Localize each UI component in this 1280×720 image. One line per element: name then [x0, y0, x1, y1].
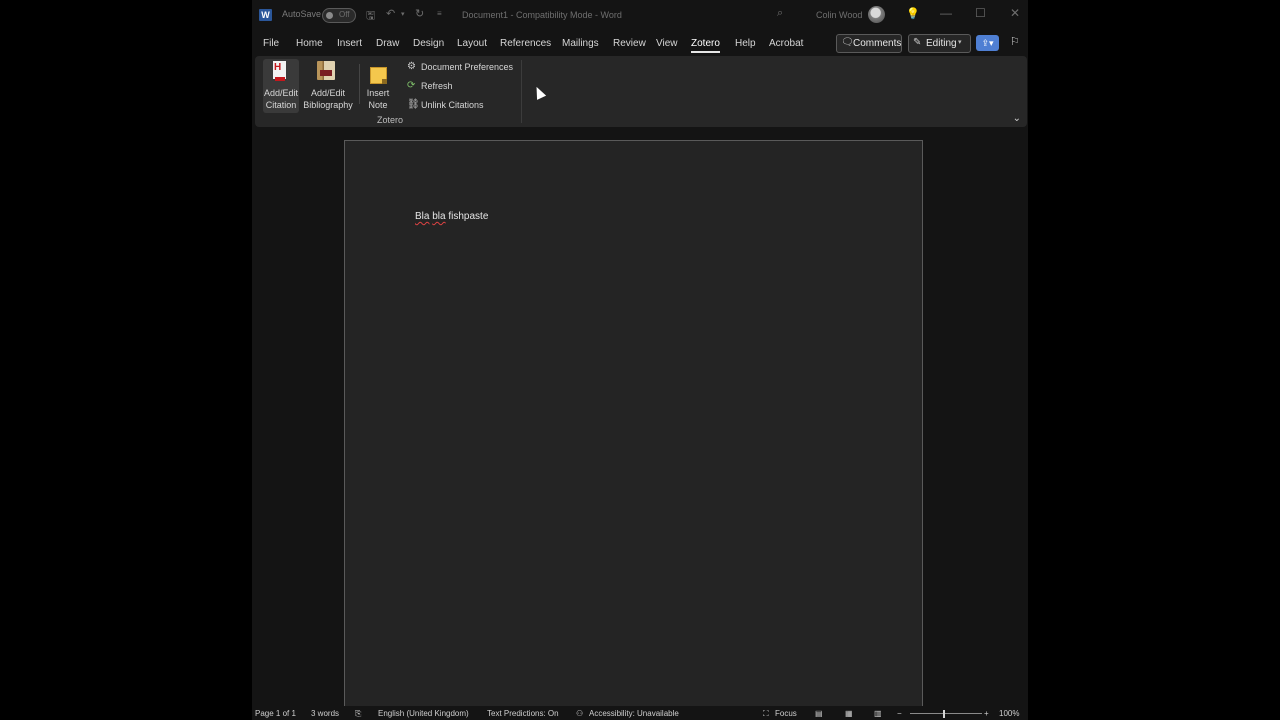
tab-home[interactable]: Home — [296, 38, 323, 49]
tab-review[interactable]: Review — [613, 38, 646, 49]
avatar[interactable] — [868, 6, 885, 23]
accessibility-status[interactable]: Accessibility: Unavailable — [589, 709, 679, 718]
document-text[interactable]: Bla bla fishpaste — [415, 211, 488, 222]
word-count[interactable]: 3 words — [311, 709, 339, 718]
zotero-group-label: Zotero — [377, 115, 404, 125]
add-edit-bibliography-button[interactable]: Add/Edit Bibliography — [301, 59, 355, 113]
autosave-label: AutoSave — [282, 9, 322, 19]
zoom-slider-thumb[interactable] — [943, 710, 945, 718]
web-layout-icon[interactable]: ▥ — [874, 709, 882, 718]
customize-qat-icon[interactable]: ≡ — [437, 9, 442, 18]
word-bla-1: Bla — [415, 211, 430, 222]
autosave-state: Off — [339, 10, 350, 19]
word-window: W AutoSave Off 🖫 ↶ ▾ ↻ ≡ Document1 - Com… — [252, 0, 1028, 720]
comment-icon: 🗨 — [841, 37, 854, 48]
add-edit-bibliography-line1: Add/Edit — [310, 88, 346, 98]
focus-button[interactable]: Focus — [775, 709, 797, 718]
note-icon — [370, 67, 387, 84]
add-edit-citation-label: Add/Edit Citation — [263, 87, 299, 111]
tab-insert[interactable]: Insert — [337, 38, 362, 49]
gear-icon: ⚙ — [407, 61, 416, 72]
tab-draw[interactable]: Draw — [376, 38, 399, 49]
comments-label: Comments — [853, 38, 902, 49]
add-edit-citation-line1: Add/Edit — [263, 88, 299, 98]
unlink-icon: ⛓ — [407, 99, 420, 110]
zoom-out-button[interactable]: − — [897, 709, 902, 718]
tab-design[interactable]: Design — [413, 38, 444, 49]
pencil-icon: ✎ — [913, 37, 922, 48]
bibliography-icon — [317, 61, 335, 80]
tab-zotero[interactable]: Zotero — [691, 38, 720, 53]
share-button[interactable]: ⇪▾ — [976, 35, 999, 51]
tab-acrobat[interactable]: Acrobat — [769, 38, 803, 49]
add-edit-citation-button[interactable]: Add/Edit Citation — [263, 59, 299, 113]
proofing-icon[interactable]: ⎘ — [355, 709, 361, 719]
user-name[interactable]: Colin Wood — [816, 10, 862, 20]
accessibility-icon: ⚇ — [576, 709, 584, 718]
undo-icon[interactable]: ↶ — [386, 7, 395, 20]
add-edit-bibliography-line2: Bibliography — [303, 100, 353, 110]
tab-view[interactable]: View — [656, 38, 678, 49]
insert-note-label: Insert Note — [363, 87, 393, 111]
word-icon: W — [259, 9, 272, 21]
refresh-label: Refresh — [421, 81, 453, 91]
document-preferences-label: Document Preferences — [421, 62, 514, 72]
share-icon: ⇪▾ — [981, 38, 994, 48]
focus-icon: ⛶ — [763, 709, 769, 718]
ribbon-separator — [359, 64, 360, 104]
title-bar: W AutoSave Off 🖫 ↶ ▾ ↻ ≡ Document1 - Com… — [252, 0, 1028, 30]
insert-note-button[interactable]: Insert Note — [363, 59, 393, 113]
collapse-ribbon-icon[interactable]: ⌄ — [1013, 113, 1021, 124]
maximize-icon[interactable]: ☐ — [975, 6, 986, 20]
close-icon[interactable]: ✕ — [1010, 6, 1020, 20]
insert-note-line1: Insert — [366, 88, 390, 98]
word-bla-2: bla — [432, 211, 446, 222]
group-separator — [521, 60, 522, 123]
add-edit-bibliography-label: Add/Edit Bibliography — [301, 87, 355, 111]
word-fishpaste: fishpaste — [448, 211, 489, 222]
feedback-icon[interactable]: ⚐ — [1010, 35, 1020, 48]
zotero-ribbon: Add/Edit Citation Add/Edit Bibliography … — [255, 56, 1027, 127]
read-mode-icon[interactable]: ▤ — [815, 709, 823, 718]
status-bar: Page 1 of 1 3 words ⎘ English (United Ki… — [252, 706, 1028, 720]
tab-file[interactable]: File — [263, 38, 279, 49]
undo-dropdown-icon[interactable]: ▾ — [401, 10, 405, 18]
add-edit-citation-line2: Citation — [265, 100, 297, 110]
text-predictions[interactable]: Text Predictions: On — [487, 709, 559, 718]
chevron-down-icon: ▾ — [958, 39, 962, 46]
search-icon[interactable]: ⌕ — [777, 7, 783, 20]
tab-mailings[interactable]: Mailings — [562, 38, 599, 49]
minimize-icon[interactable]: — — [940, 6, 952, 20]
editing-mode-button[interactable]: ✎ Editing ▾ — [908, 34, 971, 53]
insert-note-line2: Note — [368, 100, 388, 110]
zoom-slider[interactable] — [910, 713, 982, 714]
document-page[interactable]: Bla bla fishpaste — [344, 140, 923, 720]
zoom-in-button[interactable]: + — [984, 709, 989, 718]
document-title: Document1 - Compatibility Mode - Word — [462, 10, 622, 20]
tab-layout[interactable]: Layout — [457, 38, 487, 49]
refresh-icon: ⟳ — [407, 80, 416, 91]
save-icon[interactable]: 🖫 — [366, 7, 375, 26]
citation-icon — [273, 61, 286, 81]
unlink-citations-label: Unlink Citations — [421, 100, 484, 110]
comments-button[interactable]: 🗨 Comments — [836, 34, 902, 53]
page-count[interactable]: Page 1 of 1 — [255, 709, 296, 718]
autosave-toggle[interactable]: Off — [322, 8, 356, 23]
editing-label: Editing — [926, 38, 957, 49]
tab-help[interactable]: Help — [735, 38, 756, 49]
redo-icon[interactable]: ↻ — [415, 7, 424, 20]
zoom-level[interactable]: 100% — [999, 709, 1019, 718]
toggle-knob — [326, 12, 333, 19]
print-layout-icon[interactable]: ▦ — [845, 709, 853, 718]
lightbulb-icon[interactable]: 💡 — [906, 7, 920, 20]
tab-references[interactable]: References — [500, 38, 551, 49]
language[interactable]: English (United Kingdom) — [378, 709, 469, 718]
